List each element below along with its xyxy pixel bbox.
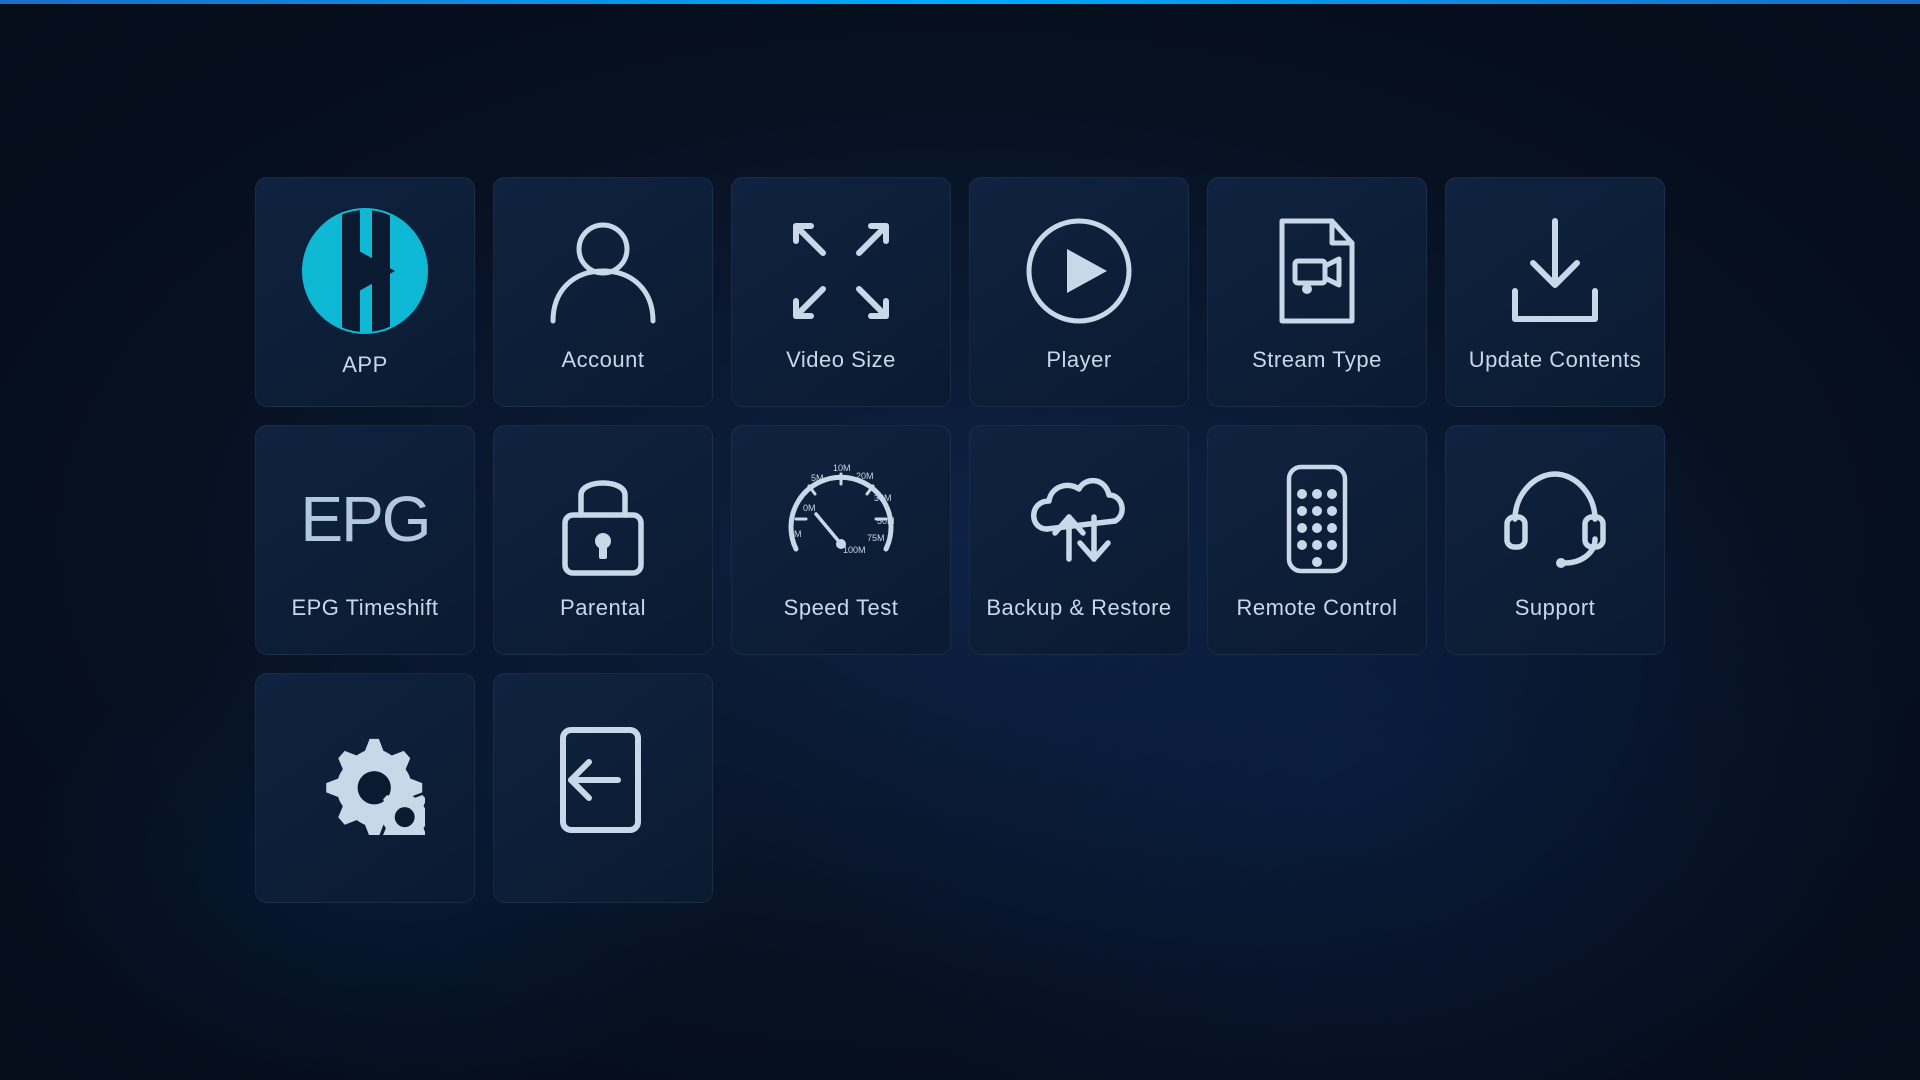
- tile-parental[interactable]: Parental: [493, 425, 713, 655]
- tile-backup-restore-label: Backup & Restore: [986, 595, 1171, 621]
- player-icon: [1019, 211, 1139, 331]
- app-icon: [300, 206, 430, 336]
- tile-stream-type-label: Stream Type: [1252, 347, 1382, 373]
- svg-text:30M: 30M: [874, 493, 892, 503]
- tile-support-label: Support: [1515, 595, 1596, 621]
- logout-icon: [543, 720, 663, 840]
- svg-text:1M: 1M: [789, 529, 802, 539]
- stream-type-icon: [1257, 211, 1377, 331]
- tile-parental-label: Parental: [560, 595, 646, 621]
- update-contents-icon: [1495, 211, 1615, 331]
- svg-text:10M: 10M: [833, 463, 851, 473]
- backup-restore-icon: [1019, 459, 1139, 579]
- settings-grid: APP Account: [255, 177, 1665, 903]
- tile-speed-test[interactable]: 0M 1M 5M 10M 20M 30M 50M 75M 100M Speed …: [731, 425, 951, 655]
- tile-speed-test-label: Speed Test: [784, 595, 899, 621]
- parental-icon: [543, 459, 663, 579]
- svg-text:5M: 5M: [811, 473, 824, 483]
- tile-update-contents[interactable]: Update Contents: [1445, 177, 1665, 407]
- tile-epg-timeshift-label: EPG Timeshift: [291, 595, 438, 621]
- tile-player[interactable]: Player: [969, 177, 1189, 407]
- tile-account[interactable]: Account: [493, 177, 713, 407]
- tile-stream-type[interactable]: Stream Type: [1207, 177, 1427, 407]
- svg-text:0M: 0M: [803, 503, 816, 513]
- svg-text:20M: 20M: [856, 471, 874, 481]
- account-icon: [543, 211, 663, 331]
- svg-text:75M: 75M: [867, 533, 885, 543]
- tile-logout[interactable]: [493, 673, 713, 903]
- tile-player-label: Player: [1046, 347, 1111, 373]
- tile-epg-timeshift[interactable]: EPG EPG Timeshift: [255, 425, 475, 655]
- svg-text:50M: 50M: [877, 516, 895, 526]
- tile-support[interactable]: Support: [1445, 425, 1665, 655]
- support-icon: [1495, 459, 1615, 579]
- tile-remote-control[interactable]: Remote Control: [1207, 425, 1427, 655]
- video-size-icon: [781, 211, 901, 331]
- settings-icon: [305, 720, 425, 840]
- remote-control-icon: [1257, 459, 1377, 579]
- tile-app[interactable]: APP: [255, 177, 475, 407]
- tile-backup-restore[interactable]: Backup & Restore: [969, 425, 1189, 655]
- tile-video-size-label: Video Size: [786, 347, 896, 373]
- svg-text:100M: 100M: [843, 545, 866, 555]
- speed-test-icon: 0M 1M 5M 10M 20M 30M 50M 75M 100M: [781, 459, 901, 579]
- tile-update-contents-label: Update Contents: [1469, 347, 1642, 373]
- tile-video-size[interactable]: Video Size: [731, 177, 951, 407]
- tile-account-label: Account: [562, 347, 645, 373]
- epg-timeshift-icon: EPG: [305, 459, 425, 579]
- tile-settings[interactable]: [255, 673, 475, 903]
- tile-app-label: APP: [342, 352, 388, 378]
- tile-remote-control-label: Remote Control: [1236, 595, 1397, 621]
